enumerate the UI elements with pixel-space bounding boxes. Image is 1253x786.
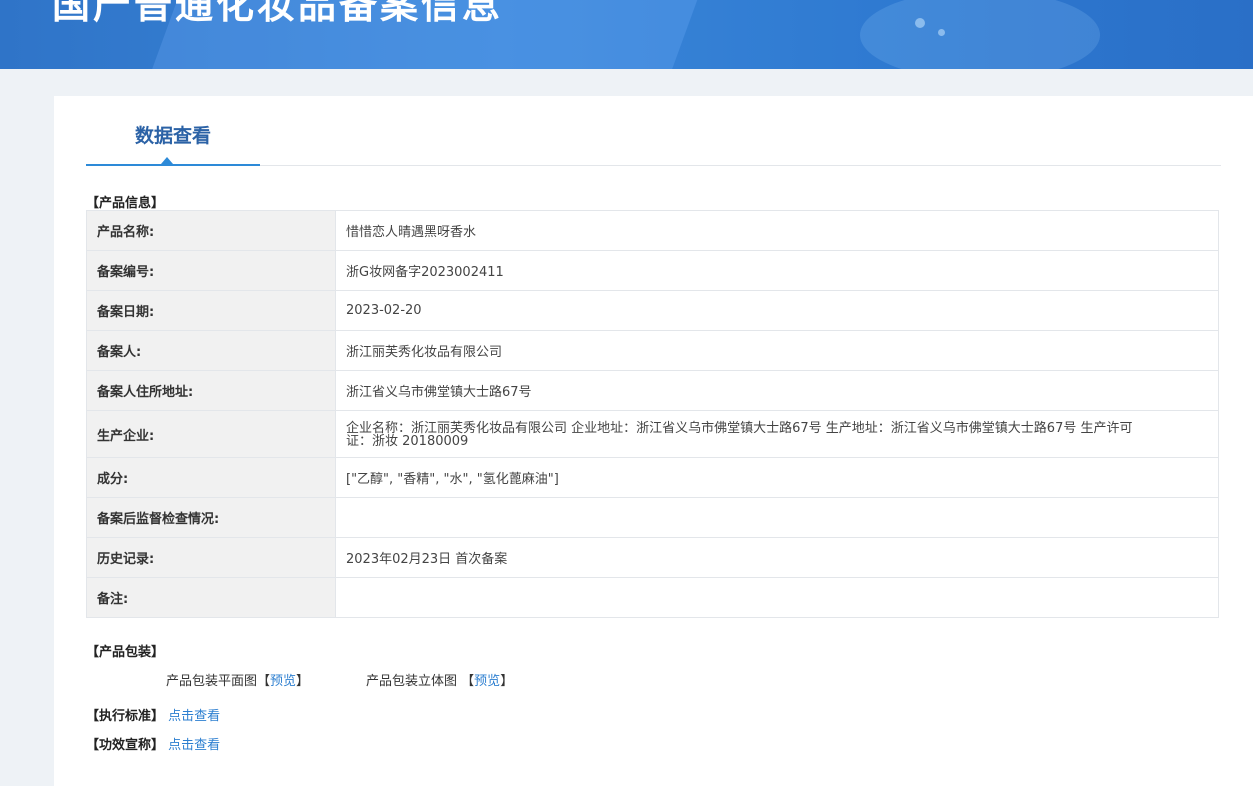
standard-label: 【执行标准】	[86, 709, 165, 724]
row-label: 备案人住所地址:	[86, 370, 336, 411]
row-value: 浙江省义乌市佛堂镇大士路67号	[335, 370, 1219, 411]
row-label: 备案编号:	[86, 250, 336, 291]
row-label: 成分:	[86, 457, 336, 498]
row-value: 2023年02月23日 首次备案	[335, 537, 1219, 578]
table-row: 历史记录: 2023年02月23日 首次备案	[86, 537, 1219, 578]
tab-label: 数据查看	[134, 125, 211, 147]
row-label: 备注:	[86, 577, 336, 618]
row-value	[335, 577, 1219, 618]
row-value: 2023-02-20	[335, 290, 1219, 331]
bracket-close: 】	[296, 674, 310, 689]
packaging-solid-item: 产品包装立体图 【预览】	[366, 670, 513, 689]
packaging-flat-item: 产品包装平面图【预览】	[166, 670, 309, 689]
product-info-table: 产品名称: 惜惜恋人晴遇黑呀香水 备案编号: 浙G妆网备字2023002411 …	[86, 210, 1219, 618]
packaging-solid-label: 产品包装立体图	[366, 674, 458, 689]
packaging-flat-label: 产品包装平面图	[166, 674, 258, 689]
row-value: 企业名称：浙江丽芙秀化妆品有限公司 企业地址：浙江省义乌市佛堂镇大士路67号 生…	[335, 410, 1219, 458]
table-row: 备案编号: 浙G妆网备字2023002411	[86, 250, 1219, 291]
efficacy-label: 【功效宣称】	[86, 738, 165, 753]
standard-row: 【执行标准】 点击查看	[86, 705, 220, 724]
bracket-close: 】	[500, 674, 514, 689]
preview-flat-link[interactable]: 预览	[270, 674, 296, 689]
tab-data-view[interactable]: 数据查看	[86, 96, 260, 166]
row-label: 备案日期:	[86, 290, 336, 331]
row-value	[335, 497, 1219, 538]
bracket-open: 【	[257, 674, 271, 689]
efficacy-row: 【功效宣称】 点击查看	[86, 734, 220, 753]
efficacy-view-link[interactable]: 点击查看	[168, 738, 220, 753]
content-panel: 数据查看 【产品信息】 产品名称: 惜惜恋人晴遇黑呀香水 备案编号: 浙G妆网备…	[54, 96, 1253, 786]
table-row: 备案日期: 2023-02-20	[86, 290, 1219, 331]
table-row: 备注:	[86, 577, 1219, 618]
banner-dot	[938, 29, 945, 36]
product-info-title: 【产品信息】	[86, 196, 165, 211]
table-row: 成分: ["乙醇", "香精", "水", "氢化蓖麻油"]	[86, 457, 1219, 498]
row-label: 生产企业:	[86, 410, 336, 458]
table-row: 备案人: 浙江丽芙秀化妆品有限公司	[86, 330, 1219, 371]
row-label: 历史记录:	[86, 537, 336, 578]
row-value: ["乙醇", "香精", "水", "氢化蓖麻油"]	[335, 457, 1219, 498]
header-banner: 国产普通化妆品备案信息	[0, 0, 1253, 69]
table-row: 生产企业: 企业名称：浙江丽芙秀化妆品有限公司 企业地址：浙江省义乌市佛堂镇大士…	[86, 410, 1219, 458]
row-label: 备案后监督检查情况:	[86, 497, 336, 538]
standard-view-link[interactable]: 点击查看	[168, 709, 220, 724]
row-value: 惜惜恋人晴遇黑呀香水	[335, 210, 1219, 251]
page-title: 国产普通化妆品备案信息	[52, 0, 504, 27]
banner-dot	[915, 18, 925, 28]
tab-bar: 数据查看	[86, 96, 1221, 166]
table-row: 产品名称: 惜惜恋人晴遇黑呀香水	[86, 210, 1219, 251]
tab-active-indicator-icon	[161, 157, 173, 164]
row-value: 浙G妆网备字2023002411	[335, 250, 1219, 291]
packaging-title: 【产品包装】	[86, 645, 165, 660]
table-row: 备案后监督检查情况:	[86, 497, 1219, 538]
row-value: 浙江丽芙秀化妆品有限公司	[335, 330, 1219, 371]
bracket-open: 【	[461, 674, 475, 689]
preview-solid-link[interactable]: 预览	[474, 674, 500, 689]
row-label: 备案人:	[86, 330, 336, 371]
row-label: 产品名称:	[86, 210, 336, 251]
table-row: 备案人住所地址: 浙江省义乌市佛堂镇大士路67号	[86, 370, 1219, 411]
banner-decoration	[860, 0, 1100, 69]
